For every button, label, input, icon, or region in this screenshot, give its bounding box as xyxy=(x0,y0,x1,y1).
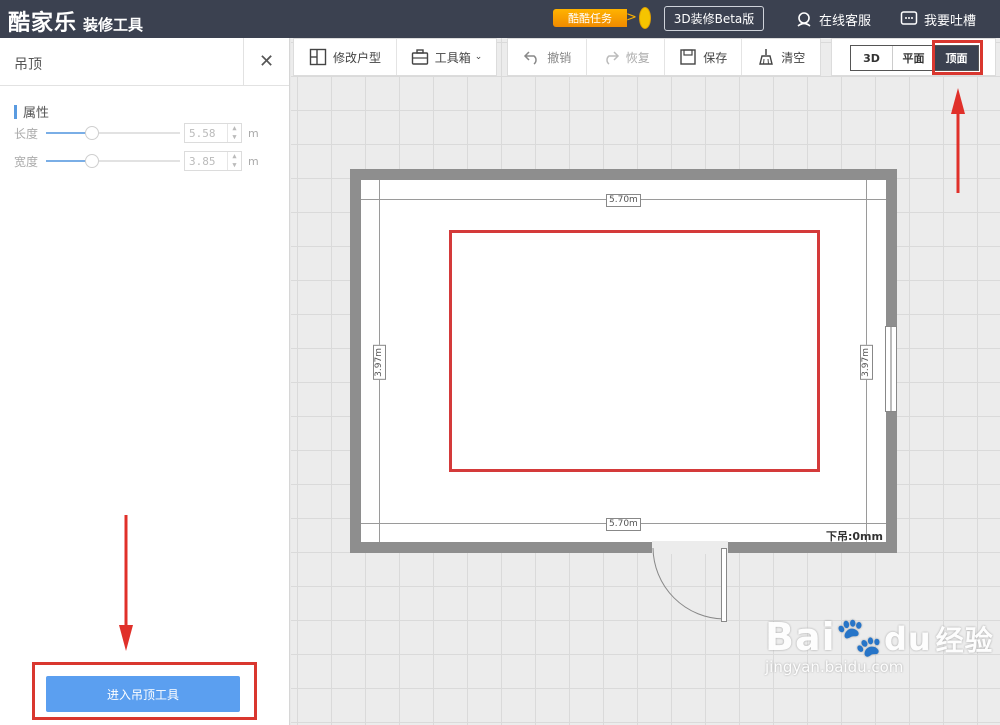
undo-label: 撤销 xyxy=(547,50,572,65)
spinner-icon[interactable]: ▲ ▼ xyxy=(227,152,241,170)
watermark-brand-du: du xyxy=(883,620,932,658)
slider-thumb[interactable] xyxy=(85,126,99,140)
app-logo[interactable]: 酷家乐 装修工具 xyxy=(8,5,143,37)
slider-thumb[interactable] xyxy=(85,154,99,168)
redo-button[interactable]: 恢复 xyxy=(587,39,665,75)
watermark-brand-cn: 经验 xyxy=(935,624,994,657)
view-3d-button[interactable]: 3D xyxy=(851,46,893,70)
door-swing-arc xyxy=(652,547,725,620)
length-value: 5.58 xyxy=(189,126,216,140)
save-icon xyxy=(679,48,697,66)
length-unit: m xyxy=(248,126,259,140)
window[interactable] xyxy=(885,326,897,412)
undo-button[interactable]: 撤销 xyxy=(508,39,588,75)
modify-layout-button[interactable]: 修改户型 xyxy=(294,39,397,75)
properties-heading: 属性 xyxy=(14,102,49,121)
undo-icon xyxy=(523,48,541,66)
width-row: 宽度 3.85 ▲ ▼ m xyxy=(14,151,259,171)
watermark-url: jingyan.baidu.com xyxy=(765,658,904,676)
online-service-link[interactable]: 在线客服 xyxy=(795,9,871,29)
toolbox-button[interactable]: 工具箱 ⌄ xyxy=(397,39,496,75)
width-unit: m xyxy=(248,154,259,168)
ceiling-panel: 吊顶 ✕ 属性 长度 5.58 ▲ ▼ m 宽度 3.85 ▲ ▼ m xyxy=(0,38,290,725)
drop-height-label: 下吊:0mm xyxy=(826,530,883,543)
chat-bubble-icon xyxy=(900,10,918,28)
dimension-label-bottom: 5.70m xyxy=(606,518,641,531)
properties-heading-label: 属性 xyxy=(23,106,50,121)
coin-icon[interactable] xyxy=(639,7,651,29)
dimension-label-left: 3.97m xyxy=(373,345,386,380)
view-plan-button[interactable]: 平面 xyxy=(893,46,935,70)
close-icon[interactable]: ✕ xyxy=(243,38,289,85)
highlight-box xyxy=(932,40,983,75)
length-slider[interactable] xyxy=(46,123,180,143)
heading-accent-bar xyxy=(14,104,17,119)
length-row: 长度 5.58 ▲ ▼ m xyxy=(14,123,259,143)
width-value: 3.85 xyxy=(189,154,216,168)
length-label: 长度 xyxy=(14,126,39,141)
toolbar-group-edit: 修改户型 工具箱 ⌄ xyxy=(293,38,497,76)
logo-main-text: 酷家乐 xyxy=(8,11,78,36)
save-button[interactable]: 保存 xyxy=(665,39,743,75)
highlight-box xyxy=(32,662,257,720)
headset-icon xyxy=(795,10,813,28)
redo-icon xyxy=(602,48,620,66)
modify-layout-label: 修改户型 xyxy=(332,50,381,65)
chevron-down-icon: ⌄ xyxy=(474,52,483,62)
panel-title: 吊顶 xyxy=(14,57,42,73)
toolbox-label: 工具箱 xyxy=(434,50,471,65)
door-leaf[interactable] xyxy=(721,548,727,622)
annotation-arrow-down-icon xyxy=(119,515,133,651)
save-label: 保存 xyxy=(703,50,728,65)
ceiling-outline[interactable] xyxy=(449,230,820,472)
spinner-icon[interactable]: ▲ ▼ xyxy=(227,124,241,142)
beta-button[interactable]: 3D装修Beta版 xyxy=(664,6,764,31)
task-badge[interactable]: 酷酷任务 xyxy=(553,9,627,27)
clear-button[interactable]: 清空 xyxy=(742,39,820,75)
feedback-label: 我要吐槽 xyxy=(924,13,977,29)
logo-sub-text: 装修工具 xyxy=(83,16,144,34)
width-input[interactable]: 3.85 ▲ ▼ xyxy=(184,151,242,171)
dimension-label-right: 3.97m xyxy=(860,345,873,380)
feedback-link[interactable]: 我要吐槽 xyxy=(900,9,976,29)
clear-label: 清空 xyxy=(781,50,806,65)
broom-icon xyxy=(757,48,775,66)
online-service-label: 在线客服 xyxy=(819,13,872,29)
toolbar-group-history: 撤销 恢复 保存 清空 xyxy=(507,38,821,76)
width-label: 宽度 xyxy=(14,154,39,169)
redo-label: 恢复 xyxy=(625,50,650,65)
chevron-right-icon: > xyxy=(626,10,637,25)
dimension-label-top: 5.70m xyxy=(606,194,641,207)
annotation-arrow-up-icon xyxy=(951,88,965,193)
width-slider[interactable] xyxy=(46,151,180,171)
panel-header: 吊顶 ✕ xyxy=(0,38,289,86)
top-bar: 酷家乐 装修工具 酷酷任务 > 3D装修Beta版 在线客服 我要吐槽 xyxy=(0,0,1000,38)
floorplan-icon xyxy=(309,48,327,66)
watermark-brand: Bai xyxy=(765,615,836,659)
paw-icon: 🐾 xyxy=(835,615,884,659)
toolbox-icon xyxy=(411,48,429,66)
length-input[interactable]: 5.58 ▲ ▼ xyxy=(184,123,242,143)
baidu-watermark: Bai🐾du 经验 jingyan.baidu.com xyxy=(765,615,994,676)
